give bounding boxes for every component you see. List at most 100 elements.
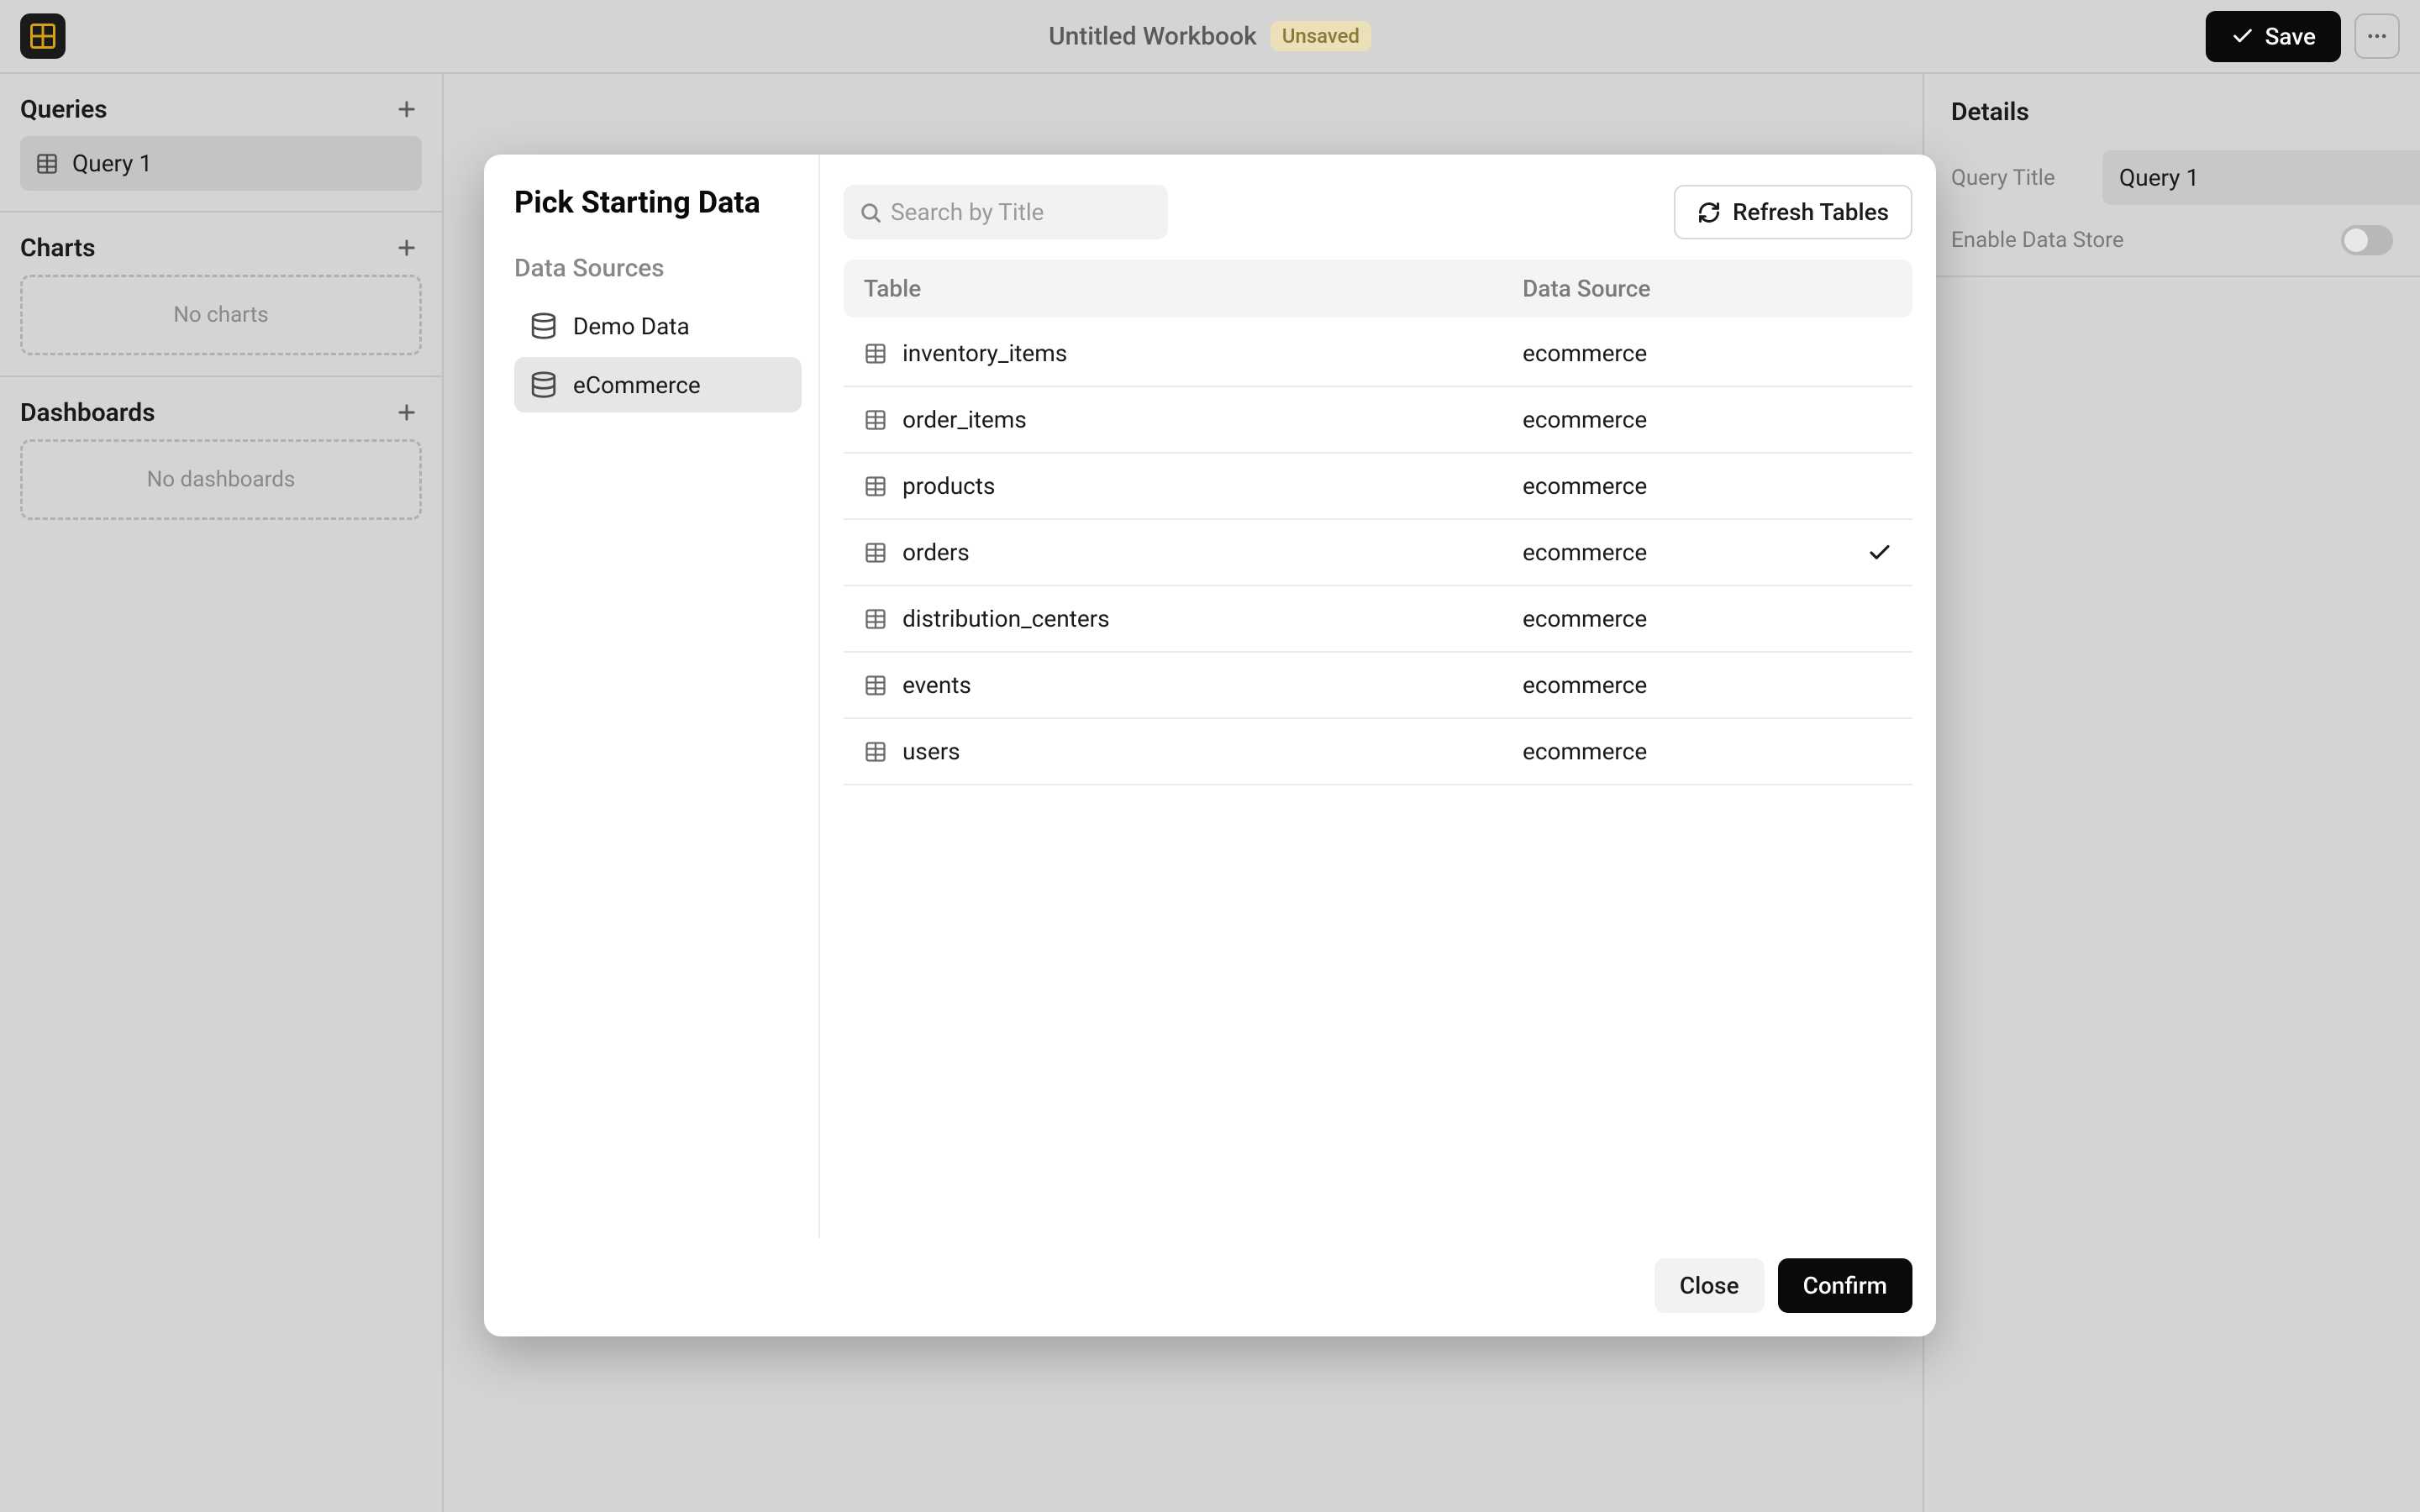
logo-icon [30, 24, 55, 49]
dashboards-header: Dashboards [20, 397, 422, 428]
save-button[interactable]: Save [2206, 11, 2341, 62]
table-name-cell: distribution_centers [864, 605, 1523, 633]
no-dashboards-box: No dashboards [20, 439, 422, 520]
pick-data-modal: Pick Starting Data Data Sources Demo Dat… [484, 155, 1936, 1336]
more-button[interactable] [2354, 13, 2400, 59]
table-icon [864, 541, 887, 564]
data-sources-label: Data Sources [514, 254, 802, 283]
table-name-cell: order_items [864, 406, 1523, 433]
table-source-cell: ecommerce [1523, 472, 1842, 500]
queries-header: Queries [20, 94, 422, 124]
column-header-source: Data Source [1523, 275, 1892, 302]
modal-body: Pick Starting Data Data Sources Demo Dat… [484, 155, 1936, 1238]
table-header: Table Data Source [844, 260, 1912, 318]
confirm-button[interactable]: Confirm [1778, 1258, 1912, 1313]
modal-main: Refresh Tables Table Data Source invento… [820, 155, 1936, 1238]
table-name-cell: products [864, 472, 1523, 500]
table-source-cell: ecommerce [1523, 671, 1842, 699]
table-source-cell: ecommerce [1523, 538, 1842, 566]
table-row[interactable]: productsecommerce [844, 454, 1912, 520]
table-icon [35, 152, 59, 176]
save-label: Save [2265, 23, 2316, 50]
table-name: inventory_items [902, 339, 1067, 367]
table-name: users [902, 738, 960, 765]
table-row[interactable]: distribution_centersecommerce [844, 586, 1912, 653]
data-source-list: Demo Data eCommerce [514, 298, 802, 412]
enable-data-store-toggle[interactable] [2341, 225, 2393, 255]
modal-title: Pick Starting Data [514, 185, 802, 220]
details-heading: Details [1951, 97, 2393, 127]
database-icon [529, 312, 558, 340]
table-icon [864, 408, 887, 432]
refresh-label: Refresh Tables [1733, 198, 1889, 226]
charts-header: Charts [20, 233, 422, 263]
dashboards-title: Dashboards [20, 398, 155, 428]
query-list: Query 1 [20, 136, 422, 191]
table-source-cell: ecommerce [1523, 339, 1842, 367]
modal-toolbar: Refresh Tables [844, 185, 1912, 239]
table-row[interactable]: users ecommerce [844, 719, 1912, 785]
table-name: orders [902, 538, 970, 566]
search-wrap [844, 185, 1168, 239]
plus-icon [395, 236, 418, 260]
workbook-title[interactable]: Untitled Workbook [1049, 22, 1257, 51]
enable-data-store-row: Enable Data Store [1951, 225, 2393, 255]
app-logo[interactable] [20, 13, 66, 59]
sidebar-right: Details Query Title Enable Data Store [1923, 74, 2420, 1512]
search-icon [859, 201, 882, 224]
table-name-cell: inventory_items [864, 339, 1523, 367]
database-icon [529, 370, 558, 399]
add-query-button[interactable] [392, 94, 422, 124]
sidebar-left: Queries Query 1 Charts No charts Dashboa… [0, 74, 444, 1512]
refresh-tables-button[interactable]: Refresh Tables [1674, 185, 1912, 239]
query-item[interactable]: Query 1 [20, 136, 422, 191]
table-icon [864, 674, 887, 697]
table-source-cell: ecommerce [1523, 738, 1842, 765]
topbar-center: Untitled Workbook Unsaved [1049, 21, 1371, 51]
close-button[interactable]: Close [1655, 1258, 1765, 1313]
ellipsis-icon [2365, 24, 2389, 48]
query-title-input[interactable] [2102, 150, 2420, 205]
plus-icon [395, 97, 418, 121]
topbar: Untitled Workbook Unsaved Save [0, 0, 2420, 74]
query-title-label: Query Title [1951, 165, 2086, 191]
table-body: inventory_itemsecommerceorder_itemsecomm… [844, 321, 1912, 1208]
table-icon [864, 342, 887, 365]
table-name-cell: events [864, 671, 1523, 699]
table-source-cell: ecommerce [1523, 605, 1842, 633]
divider [1924, 276, 2420, 277]
check-icon [1867, 540, 1892, 565]
unsaved-badge: Unsaved [1270, 21, 1371, 51]
modal-footer: Close Confirm [484, 1238, 1936, 1336]
table-icon [864, 475, 887, 498]
query-title-row: Query Title [1951, 150, 2393, 205]
table-row[interactable]: events ecommerce [844, 653, 1912, 719]
table-source-cell: ecommerce [1523, 406, 1842, 433]
add-dashboard-button[interactable] [392, 397, 422, 428]
topbar-right: Save [2206, 11, 2400, 62]
divider [0, 375, 442, 377]
table-name-cell: orders [864, 538, 1523, 566]
add-chart-button[interactable] [392, 233, 422, 263]
refresh-icon [1697, 201, 1721, 224]
divider [0, 211, 442, 213]
table-row[interactable]: inventory_items ecommerce [844, 321, 1912, 387]
table-icon [864, 607, 887, 631]
data-source-label: Demo Data [573, 312, 690, 340]
no-charts-box: No charts [20, 275, 422, 355]
data-source-item[interactable]: Demo Data [514, 298, 802, 354]
data-source-item[interactable]: eCommerce [514, 357, 802, 412]
enable-data-store-label: Enable Data Store [1951, 228, 2324, 253]
check-icon [2231, 24, 2254, 48]
search-input[interactable] [844, 185, 1168, 239]
table-selected-cell [1842, 540, 1892, 565]
table-row[interactable]: order_items ecommerce [844, 387, 1912, 454]
table-name: order_items [902, 406, 1027, 433]
query-item-label: Query 1 [72, 150, 152, 177]
column-header-table: Table [864, 275, 1523, 302]
plus-icon [395, 401, 418, 424]
table-name: events [902, 671, 971, 699]
table-row[interactable]: orders ecommerce [844, 520, 1912, 586]
charts-title: Charts [20, 234, 96, 263]
queries-title: Queries [20, 95, 108, 124]
